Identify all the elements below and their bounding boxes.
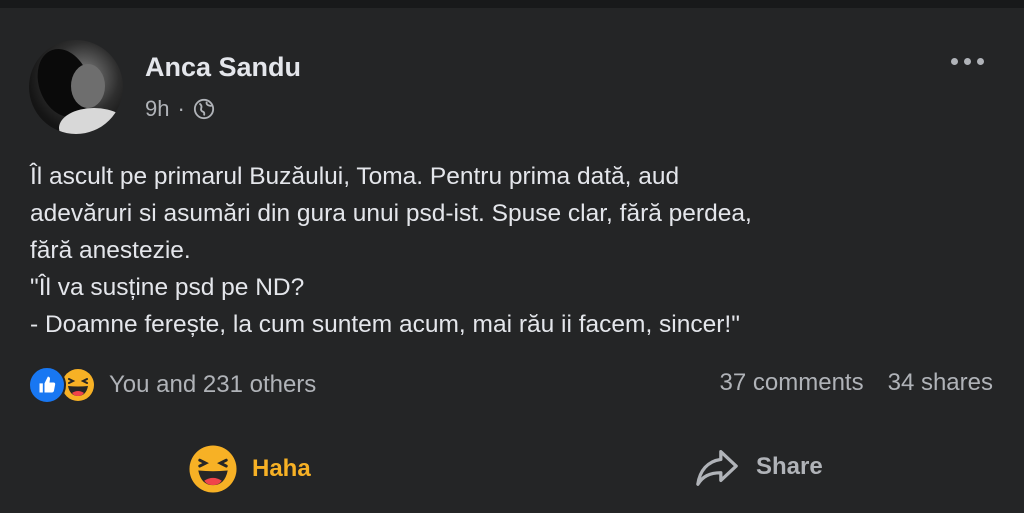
share-label: Share [756, 453, 823, 480]
reactions-count[interactable]: You and 231 others [109, 371, 316, 399]
engagement-counts: 37 comments 34 shares [720, 369, 993, 397]
haha-icon [189, 445, 237, 493]
post-meta: 9h · [145, 96, 215, 122]
haha-label: Haha [252, 455, 311, 482]
post-text: Îl ascult pe primarul Buzăului, Toma. Pe… [30, 158, 752, 343]
more-options-icon[interactable] [951, 58, 984, 65]
post-text-line: adevăruri si asumări din gura unui psd-i… [30, 200, 752, 227]
shares-count[interactable]: 34 shares [888, 369, 993, 397]
like-reaction-icon [28, 366, 66, 404]
post-text-line: "Îl va susține psd pe ND? [30, 274, 305, 301]
avatar[interactable] [29, 40, 123, 134]
meta-separator: · [177, 96, 185, 121]
top-bar [0, 0, 1024, 8]
post-time[interactable]: 9h [145, 96, 169, 122]
reactions-summary[interactable]: You and 231 others [28, 365, 316, 405]
globe-icon[interactable] [193, 98, 215, 120]
haha-button[interactable]: Haha [188, 444, 311, 494]
post-text-line: Îl ascult pe primarul Buzăului, Toma. Pe… [30, 163, 680, 190]
share-icon [696, 450, 738, 486]
post-text-line: fără anestezie. [30, 237, 191, 264]
post-text-line: - Doamne ferește, la cum suntem acum, ma… [30, 311, 740, 338]
comments-count[interactable]: 37 comments [720, 369, 864, 397]
share-button[interactable]: Share [694, 444, 823, 490]
author-name[interactable]: Anca Sandu [145, 52, 301, 83]
